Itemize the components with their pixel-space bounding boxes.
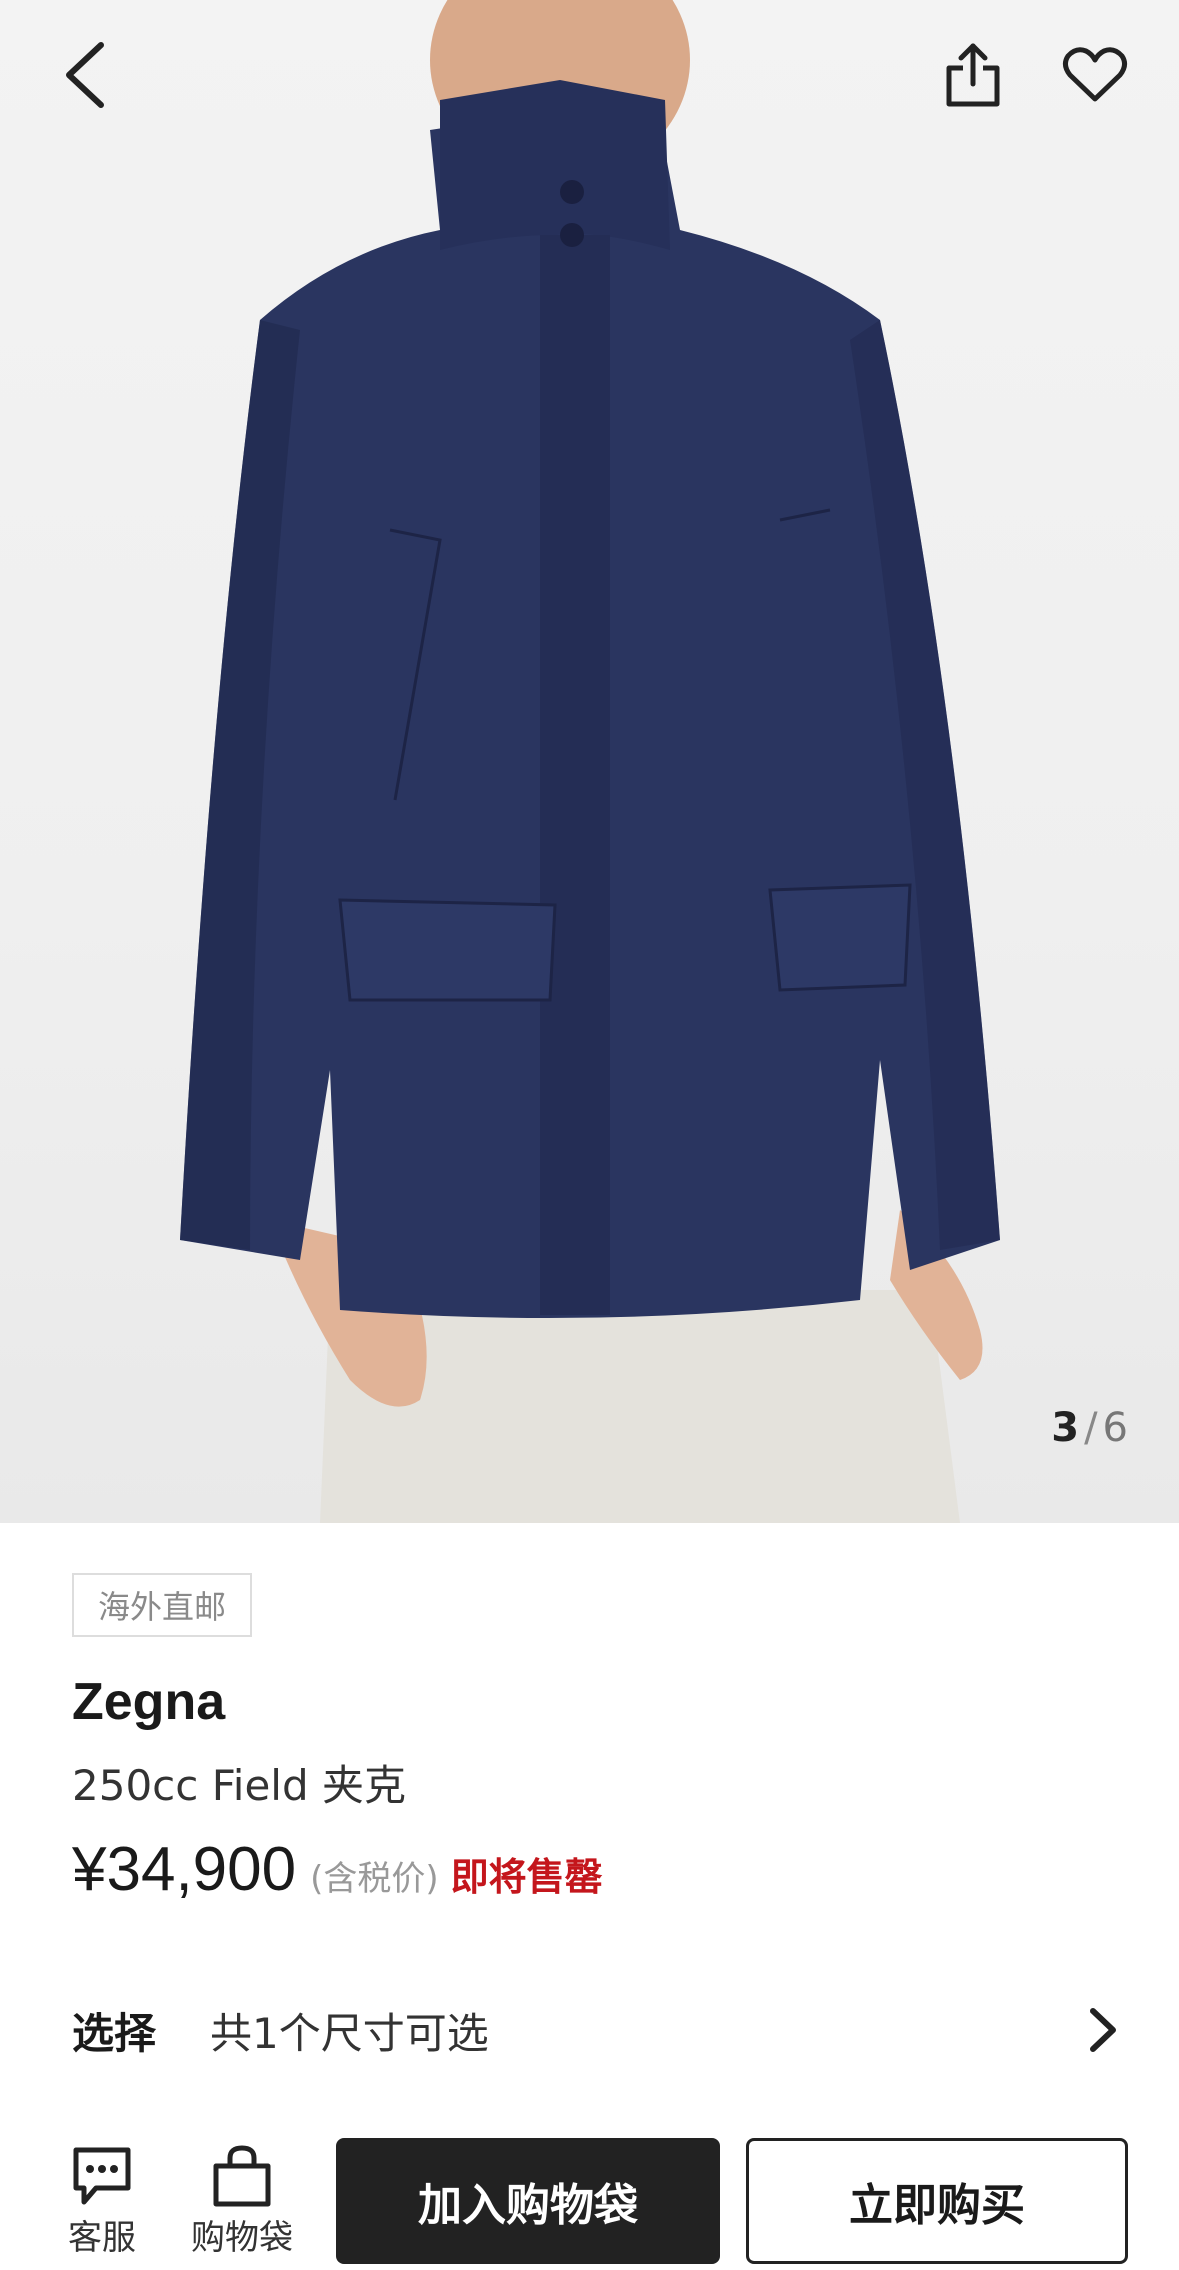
select-label: 选择 (72, 2008, 157, 2058)
brand-name[interactable]: Zegna (72, 1672, 225, 1732)
shipping-tag: 海外直邮 (72, 1573, 253, 1637)
product-price: ¥34,900 (72, 1835, 297, 1904)
shopping-bag-button[interactable]: 购物袋 (182, 2144, 302, 2259)
customer-service-button[interactable]: 客服 (42, 2144, 162, 2259)
back-button[interactable] (40, 30, 130, 120)
share-icon (946, 43, 1000, 107)
chat-bubble-icon (73, 2147, 131, 2205)
shopping-bag-label: 购物袋 (191, 2218, 293, 2258)
customer-service-label: 客服 (68, 2218, 136, 2258)
price-row: ¥34,900 (含税价) 即将售罄 (72, 1834, 603, 1905)
stock-status: 即将售罄 (450, 1855, 603, 1899)
image-counter: 3/6 (1051, 1405, 1129, 1451)
chevron-left-icon (66, 42, 104, 108)
shopping-bag-icon (213, 2145, 271, 2207)
counter-current: 3 (1051, 1405, 1081, 1451)
size-availability: 共1个尺寸可选 (210, 2008, 489, 2058)
counter-separator: / (1084, 1405, 1099, 1451)
favorite-button[interactable] (1050, 30, 1140, 120)
product-image-gallery[interactable]: 3/6 (0, 0, 1179, 1523)
product-detail-page: 3/6 海外直邮 Zegna 250cc Field 夹克 ¥34,900 (含… (0, 0, 1179, 2270)
tax-note: (含税价) (310, 1859, 439, 1899)
product-photo (180, 0, 1000, 1523)
size-selector-row[interactable]: 选择 共1个尺寸可选 (72, 1985, 1122, 2075)
heart-icon (1062, 47, 1128, 102)
chevron-right-icon (1082, 2000, 1122, 2060)
counter-total: 6 (1102, 1405, 1129, 1451)
product-name: 250cc Field 夹克 (72, 1761, 406, 1810)
share-button[interactable] (928, 30, 1018, 120)
bottom-action-bar: 客服 购物袋 加入购物袋 立即购买 (0, 2130, 1179, 2270)
buy-now-button[interactable]: 立即购买 (746, 2138, 1128, 2264)
add-to-bag-button[interactable]: 加入购物袋 (336, 2138, 720, 2264)
